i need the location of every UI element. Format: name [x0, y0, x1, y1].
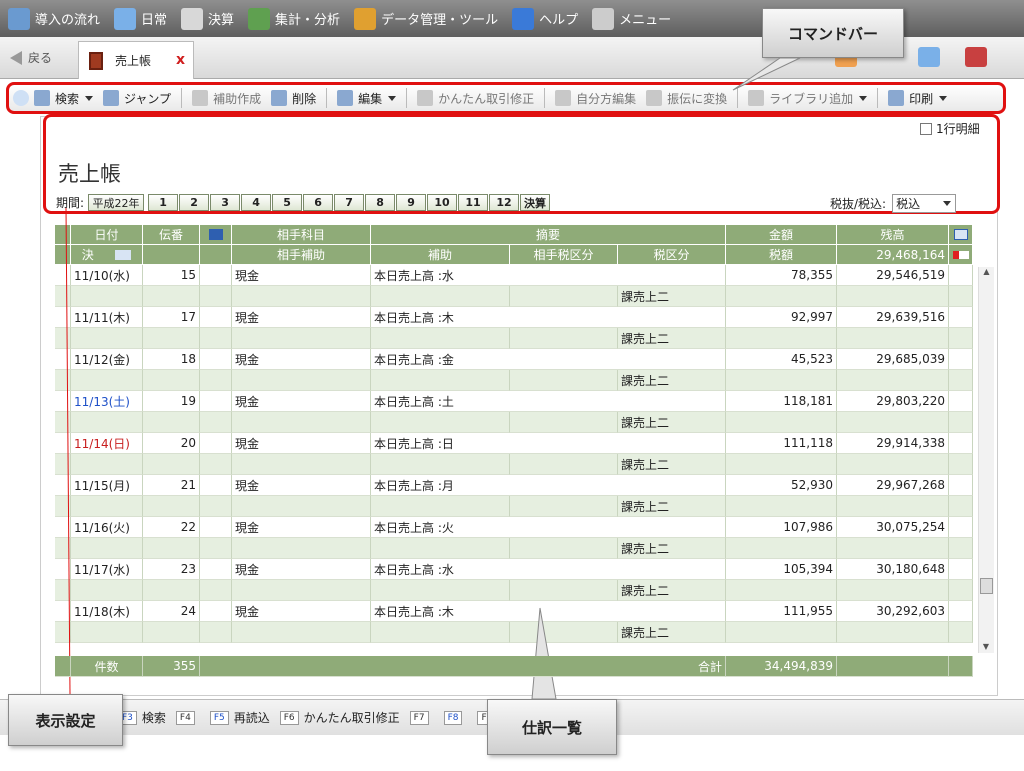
footer-count: 355 — [143, 656, 200, 677]
footer-count-label: 件数 — [71, 656, 143, 677]
footer-end — [949, 656, 973, 677]
grid-footer-wrap: 件数 355 合計 34,494,839 — [55, 656, 977, 677]
grid-footer: 件数 355 合計 34,494,839 — [55, 656, 977, 677]
footer-total-label: 合計 — [200, 656, 726, 677]
footer-total: 34,494,839 — [726, 656, 837, 677]
footer-blank — [837, 656, 949, 677]
footer-corner — [55, 656, 71, 677]
